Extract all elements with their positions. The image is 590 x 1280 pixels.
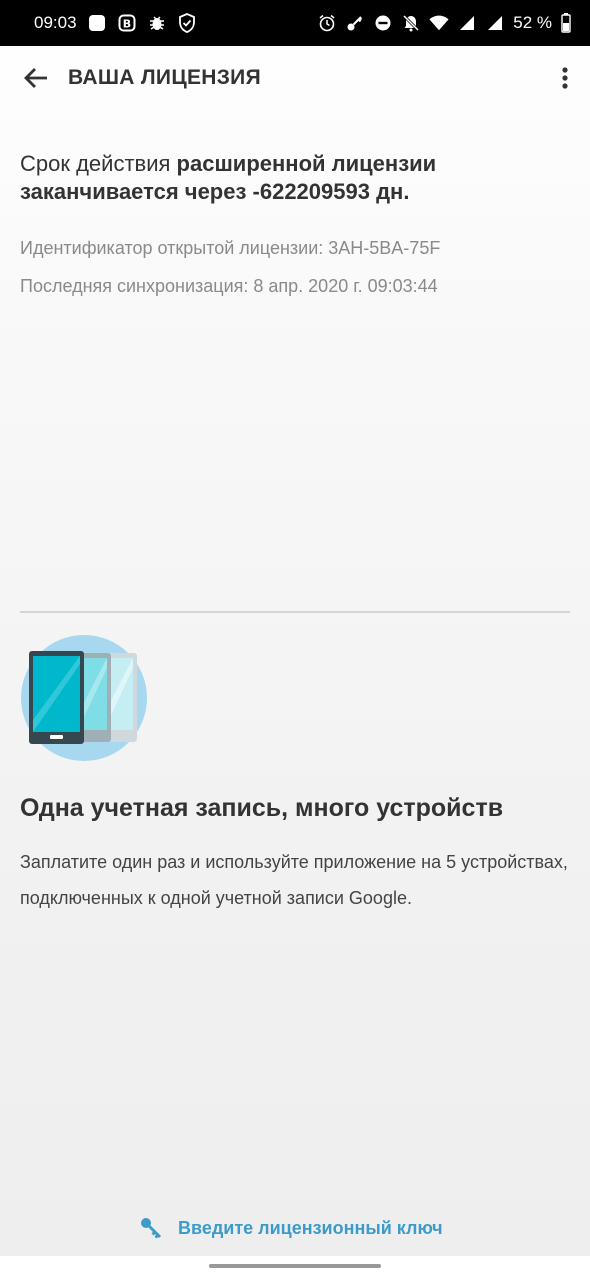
license-expiry-text: Срок действия расширенной лицензии закан… bbox=[20, 150, 570, 206]
alarm-icon bbox=[317, 13, 337, 33]
overflow-menu-button[interactable] bbox=[550, 58, 580, 98]
home-gesture-handle[interactable] bbox=[209, 1264, 381, 1268]
signal-icon bbox=[485, 13, 505, 33]
divider bbox=[20, 611, 570, 613]
navigation-bar bbox=[0, 1256, 590, 1280]
key-icon bbox=[345, 13, 365, 33]
shield-check-icon bbox=[177, 13, 197, 33]
app-bar: ВАША ЛИЦЕНЗИЯ bbox=[0, 46, 590, 110]
last-sync: Последняя синхронизация: 8 апр. 2020 г. … bbox=[20, 276, 438, 296]
more-vertical-icon bbox=[562, 67, 568, 89]
feature-description: Заплатите один раз и используйте приложе… bbox=[20, 852, 568, 908]
back-button[interactable] bbox=[16, 58, 56, 98]
do-not-disturb-icon bbox=[373, 13, 393, 33]
svg-text:B: B bbox=[122, 18, 130, 31]
license-expiry-prefix: Срок действия bbox=[20, 151, 177, 176]
b-badge-icon: B bbox=[117, 13, 137, 33]
bell-off-icon bbox=[401, 13, 421, 33]
enter-license-key-label: Введите лицензионный ключ bbox=[178, 1217, 443, 1238]
signal-icon bbox=[457, 13, 477, 33]
status-time: 09:03 bbox=[34, 13, 77, 32]
app-square-icon bbox=[87, 13, 107, 33]
battery-percent: 52 % bbox=[513, 13, 552, 32]
arrow-left-icon bbox=[24, 68, 47, 88]
license-identifier: Идентификатор открытой лицензии: 3AH-5BA… bbox=[20, 238, 441, 258]
feature-title: Одна учетная запись, много устройств bbox=[20, 794, 504, 822]
battery-icon bbox=[560, 13, 572, 33]
bug-icon bbox=[147, 13, 167, 33]
page-title: ВАША ЛИЦЕНЗИЯ bbox=[68, 66, 261, 89]
devices-icon bbox=[20, 634, 148, 762]
wifi-icon bbox=[429, 13, 449, 33]
key-icon bbox=[141, 1218, 162, 1239]
enter-license-key-button[interactable]: Введите лицензионный ключ bbox=[140, 1208, 443, 1248]
status-bar: 09:03 B 52 % bbox=[0, 0, 590, 46]
